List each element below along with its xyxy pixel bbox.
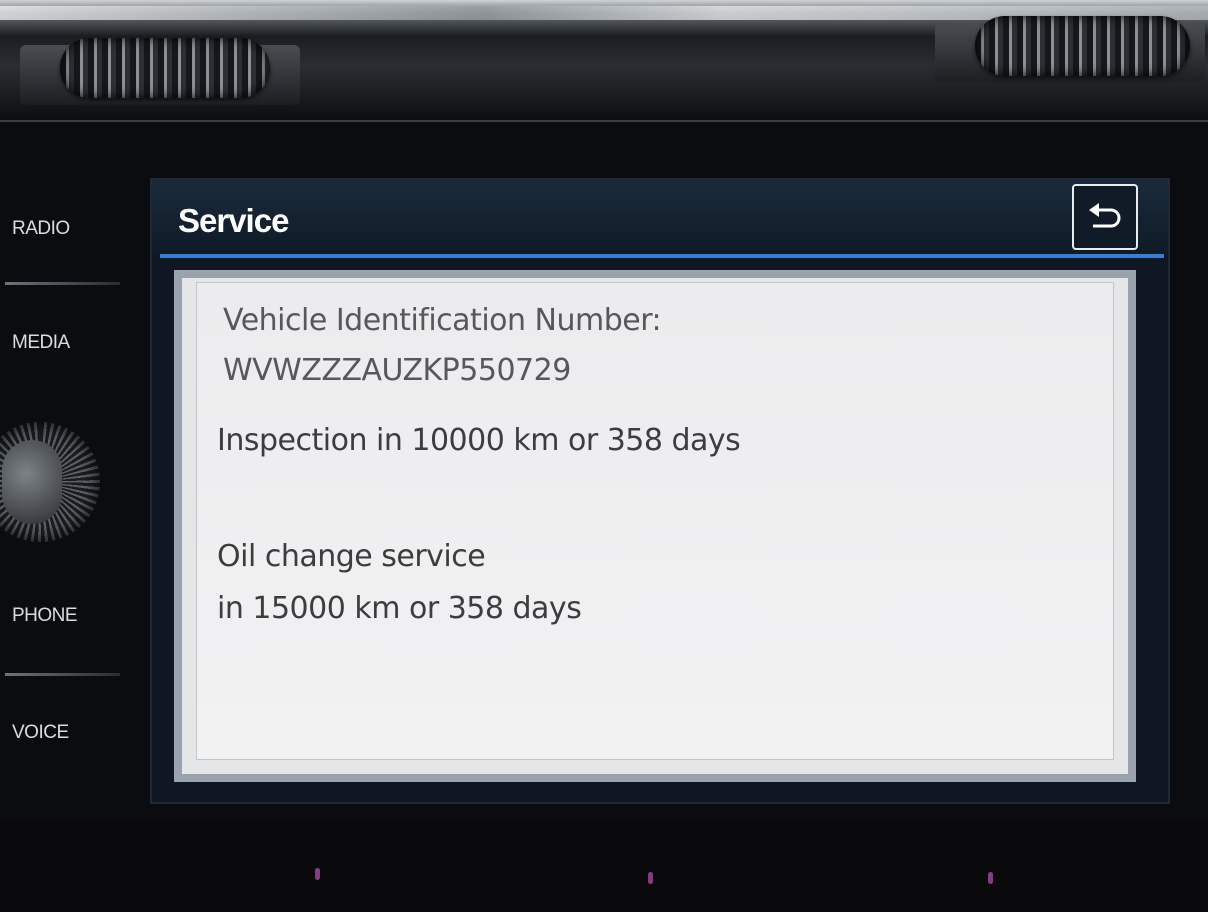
ambient-light-dot	[988, 872, 993, 884]
back-button[interactable]	[1072, 184, 1138, 250]
oil-change-due: in 15000 km or 358 days	[217, 591, 582, 626]
infotainment-screen: Service Vehicle Identification Number: W…	[150, 178, 1170, 804]
radio-button[interactable]: RADIO	[12, 218, 70, 240]
media-button[interactable]: MEDIA	[12, 332, 70, 354]
hardware-button-column: RADIO MEDIA PHONE VOICE	[0, 120, 140, 820]
button-divider	[5, 673, 120, 676]
dial-cap	[2, 440, 62, 524]
bottom-bezel	[0, 820, 1208, 912]
tune-knob[interactable]	[975, 16, 1190, 76]
volume-knob[interactable]	[60, 38, 270, 98]
back-arrow-icon	[1089, 203, 1121, 228]
inspection-info: Inspection in 10000 km or 358 days	[217, 423, 741, 458]
dashboard-trim	[0, 0, 1208, 122]
oil-change-title: Oil change service	[217, 539, 486, 574]
ambient-light-dot	[648, 872, 653, 884]
service-info-panel: Vehicle Identification Number: WVWZZZAUZ…	[174, 270, 1136, 782]
page-title: Service	[178, 202, 289, 239]
vin-label: Vehicle Identification Number:	[223, 303, 662, 338]
phone-button[interactable]: PHONE	[12, 605, 78, 627]
vin-value: WVWZZZAUZKP550729	[223, 353, 571, 388]
service-info-content: Vehicle Identification Number: WVWZZZAUZ…	[196, 282, 1114, 760]
ambient-light-dot	[315, 868, 320, 880]
button-divider	[5, 282, 120, 285]
header-accent-line	[160, 254, 1164, 258]
screen-header: Service	[152, 180, 1168, 256]
voice-button[interactable]: VOICE	[12, 722, 69, 744]
